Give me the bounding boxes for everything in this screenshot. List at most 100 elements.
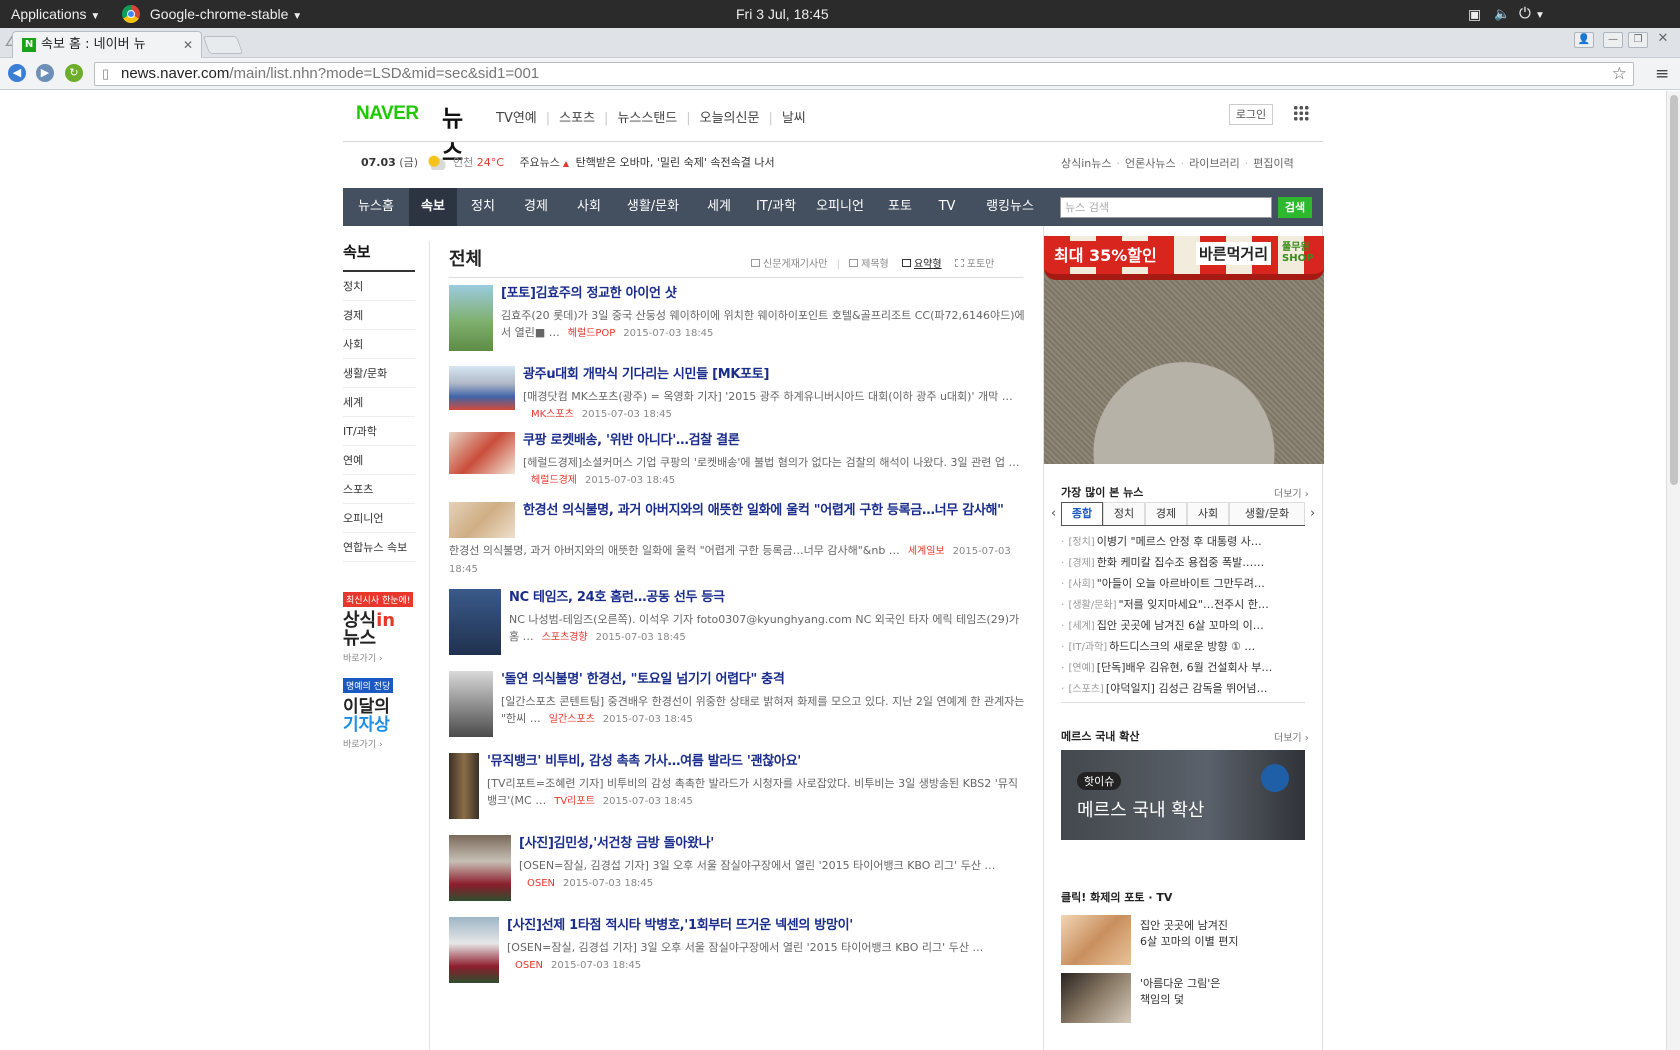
ranked-item[interactable]: · [IT/과학] 하드디스크의 새로운 방향 ① … — [1061, 636, 1305, 657]
promo-link[interactable]: 바로가기 › — [343, 737, 415, 750]
article-title[interactable]: '돌연 의식불명' 한경선, "토요일 넘기기 어렵다" 충격 — [501, 671, 1025, 689]
photo-item[interactable]: '아름다운 그림'은 책임의 덫 — [1061, 973, 1305, 1030]
photo-item[interactable]: 집안 곳곳에 남겨진 6살 꼬마의 이별 편지 — [1061, 915, 1305, 972]
profile-icon[interactable]: 👤 — [1574, 32, 1594, 48]
promo-sangsik[interactable]: 최신시사 한눈에! 상식in 뉴스 바로가기 › — [343, 592, 415, 664]
sidebar-item[interactable]: 경제 — [343, 301, 415, 330]
ranked-item[interactable]: · [정치] 이병기 "메르스 안정 후 대통령 사… — [1061, 531, 1305, 552]
article-thumbnail[interactable] — [449, 285, 493, 351]
article-title[interactable]: [사진]김민성,'서건창 금방 돌아왔나' — [519, 835, 1025, 853]
article-source[interactable]: 헤럴드POP — [568, 328, 616, 339]
naver-logo[interactable]: NAVER — [356, 103, 419, 125]
photo-thumbnail[interactable] — [1061, 973, 1131, 1023]
view-title[interactable]: 제목형 — [861, 259, 889, 270]
main-nav-item-life-culture[interactable]: 생활/문화 — [615, 188, 691, 226]
link-sangsik-news[interactable]: 상식in뉴스 — [1061, 157, 1112, 170]
article-title[interactable]: [사진]선제 1타점 적시타 박병호,'1회부터 뜨거운 넥센의 방망이' — [507, 917, 1025, 935]
most-viewed-tab[interactable]: 경제 — [1145, 502, 1187, 525]
main-nav-item-economy[interactable]: 경제 — [509, 188, 563, 226]
nav-weather[interactable]: 날씨 — [782, 111, 806, 126]
article-source[interactable]: MK스포츠 — [531, 409, 574, 420]
article-source[interactable]: OSEN — [515, 960, 543, 971]
main-nav-item-politics[interactable]: 정치 — [457, 188, 509, 226]
sidebar-item[interactable]: 스포츠 — [343, 475, 415, 504]
tab-prev-icon[interactable]: ‹ — [1051, 506, 1056, 521]
nav-tv-entertainment[interactable]: TV연예 — [496, 111, 537, 126]
mers-more[interactable]: 더보기 › — [1274, 729, 1309, 744]
most-viewed-tab[interactable]: 사회 — [1187, 502, 1229, 525]
photo-thumbnail[interactable] — [1061, 915, 1131, 965]
nav-today-paper[interactable]: 오늘의신문 — [700, 111, 760, 126]
main-nav-item-tv[interactable]: TV — [925, 188, 969, 226]
nav-newsstand[interactable]: 뉴스스탠드 — [617, 111, 677, 126]
sidebar-item[interactable]: 오피니언 — [343, 504, 415, 533]
sidebar-item[interactable]: 연합뉴스 속보 — [343, 533, 415, 562]
main-nav-item-society[interactable]: 사회 — [563, 188, 615, 226]
applications-menu[interactable]: Applications ▼ — [11, 0, 100, 28]
sidebar-item[interactable]: 사회 — [343, 330, 415, 359]
bookmark-star-icon[interactable]: ☆ — [1612, 63, 1627, 85]
promo-reporter[interactable]: 명예의 전당 이달의 기자상 바로가기 › — [343, 678, 415, 750]
view-photo[interactable]: 포토만 — [967, 259, 995, 270]
restore-icon[interactable]: ❐ — [1628, 32, 1648, 48]
article-thumbnail[interactable] — [449, 917, 499, 983]
article-source[interactable]: 스포츠경향 — [542, 632, 588, 643]
sidebar-item[interactable]: 연예 — [343, 446, 415, 475]
close-window-icon[interactable]: ✕ — [1653, 32, 1673, 48]
main-nav-item-photo[interactable]: 포토 — [875, 188, 925, 226]
app-menu[interactable]: Google-chrome-stable ▼ — [122, 0, 302, 28]
mers-image[interactable]: 핫이슈 메르스 국내 확산 — [1061, 750, 1305, 840]
ad-banner[interactable]: 최대 35%할인 바른먹거리 풀무원 SHOP — [1044, 236, 1324, 464]
page-scrollbar[interactable] — [1666, 91, 1680, 1050]
article-source[interactable]: OSEN — [527, 878, 555, 889]
most-viewed-tab[interactable]: 생활/문화 — [1229, 502, 1305, 525]
ranked-item[interactable]: · [생활/문화] "저를 잊지마세요"…전주시 한… — [1061, 594, 1305, 615]
most-viewed-tab[interactable]: 정치 — [1103, 502, 1145, 525]
article-title[interactable]: 쿠팡 로켓배송, '위반 아니다'…검찰 결론 — [523, 432, 1025, 450]
apps-grid-icon[interactable] — [1293, 105, 1309, 121]
main-nav-item-breaking[interactable]: 속보 — [409, 188, 457, 226]
most-viewed-tab[interactable]: 종합 — [1061, 502, 1103, 525]
ranked-item[interactable]: · [사회] "아들이 오늘 아르바이트 그만두려… — [1061, 573, 1305, 594]
promo-link[interactable]: 바로가기 › — [343, 651, 415, 664]
view-summary[interactable]: 요약형 — [914, 259, 942, 270]
article-thumbnail[interactable] — [449, 671, 493, 737]
sidebar-item[interactable]: IT/과학 — [343, 417, 415, 446]
link-press-news[interactable]: 언론사뉴스 — [1125, 157, 1176, 170]
article-title[interactable]: '뮤직뱅크' 비투비, 감성 촉촉 가사…여름 발라드 '괜찮아요' — [487, 753, 1025, 771]
article-source[interactable]: 일간스포츠 — [549, 714, 595, 725]
new-tab-button[interactable] — [202, 36, 244, 54]
ranked-item[interactable]: · [세계] 집안 곳곳에 남겨진 6살 꼬마의 이… — [1061, 615, 1305, 636]
login-button[interactable]: 로그인 — [1229, 104, 1273, 125]
ranked-item[interactable]: · [연예] [단독]배우 김유현, 6월 건설회사 부… — [1061, 657, 1305, 678]
article-thumbnail[interactable] — [449, 589, 501, 655]
article-thumbnail[interactable] — [449, 366, 515, 410]
article-thumbnail[interactable] — [449, 432, 515, 474]
article-thumbnail[interactable] — [449, 502, 515, 538]
close-icon[interactable]: ✕ — [183, 32, 193, 58]
view-newspaper-only[interactable]: 신문게재기사만 — [763, 259, 827, 270]
sidebar-item[interactable]: 세계 — [343, 388, 415, 417]
tab-next-icon[interactable]: › — [1310, 506, 1315, 521]
search-input[interactable]: 뉴스 검색 — [1060, 197, 1272, 218]
reload-icon[interactable]: ↻ — [65, 64, 83, 82]
article-title[interactable]: NC 테임즈, 24호 홈런…공동 선두 등극 — [509, 589, 1025, 607]
main-nav-item-it-science[interactable]: IT/과학 — [747, 188, 805, 226]
sidebar-item[interactable]: 생활/문화 — [343, 359, 415, 388]
address-bar[interactable]: ▯ news.naver.com/main/list.nhn?mode=LSD&… — [94, 62, 1634, 86]
main-nav-item-world[interactable]: 세계 — [691, 188, 747, 226]
browser-tab[interactable]: N 속보 홈 : 네이버 뉴 ✕ — [12, 31, 202, 58]
power-icon[interactable]: ⏻ ▼ — [1519, 0, 1545, 28]
sidebar-item[interactable]: 정치 — [343, 272, 415, 301]
display-icon[interactable]: ▣ — [1468, 0, 1481, 28]
main-nav-item-ranking[interactable]: 랭킹뉴스 — [969, 188, 1051, 226]
article-title[interactable]: 광주u대회 개막식 기다리는 시민들 [MK포토] — [523, 366, 1025, 384]
nav-sports[interactable]: 스포츠 — [559, 111, 595, 126]
article-source[interactable]: TV리포트 — [554, 796, 595, 807]
main-nav-item-opinion[interactable]: 오피니언 — [805, 188, 875, 226]
headline-link[interactable]: 탄핵받은 오바마, '밀린 숙제' 속전속결 나서 — [576, 156, 775, 169]
scrollbar-thumb[interactable] — [1670, 95, 1678, 485]
article-source[interactable]: 세계일보 — [908, 546, 945, 557]
minimize-icon[interactable]: — — [1603, 32, 1623, 48]
menu-icon[interactable]: ≡ — [1655, 64, 1669, 84]
